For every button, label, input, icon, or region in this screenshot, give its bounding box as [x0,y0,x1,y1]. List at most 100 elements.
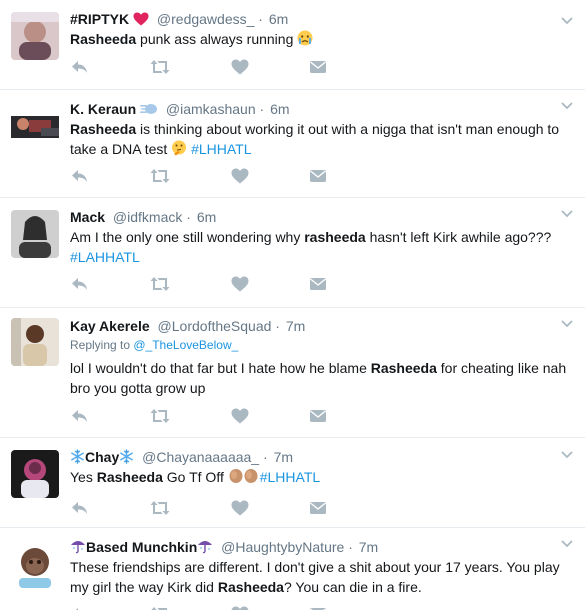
hashtag-link[interactable]: #LHHATL [260,469,320,485]
display-name[interactable]: #RIPTYK [70,11,129,27]
user-handle[interactable]: @idfkmack [113,209,182,225]
timestamp[interactable]: 6m [270,101,289,117]
hashtag-link[interactable]: #LHHATL [191,141,251,157]
avatar[interactable] [11,12,59,60]
keyword-highlight: Rasheeda [70,121,137,137]
tweet-actions [70,498,350,518]
snowflake-icon [119,449,134,469]
hashtag-link[interactable]: #LAHHATL [70,249,140,265]
text-segment: lol I wouldn't do that far but I hate ho… [70,360,371,376]
like-icon[interactable] [230,406,250,426]
text-segment: Yes [70,469,97,485]
like-icon[interactable] [230,498,250,518]
text-segment: Am I the only one still wondering why [70,229,305,245]
tweet: K. Keraun @iamkashaun · 6m Rasheeda is t… [0,90,585,198]
display-name[interactable]: Chay [85,449,119,465]
tweet-header: Based Munchkin @HaughtybyNature · 7m [70,537,571,557]
tweet: Based Munchkin @HaughtybyNature · 7m The… [0,528,585,610]
retweet-icon[interactable] [150,57,170,77]
like-icon[interactable] [230,604,250,610]
timestamp[interactable]: 6m [197,209,216,225]
tweet-header: Mack @idfkmack · 6m [70,207,571,227]
reply-icon[interactable] [70,57,90,77]
chevron-down-icon[interactable] [561,102,573,110]
crying-face-icon [297,30,313,51]
text-segment: punk ass always running [136,31,298,47]
retweet-icon[interactable] [150,166,170,186]
display-name[interactable]: Mack [70,209,105,225]
keyword-highlight: Rasheeda [370,360,437,376]
tweet-header: Chay @Chayanaaaaaa_ · 7m [70,447,571,467]
tweet-actions [70,57,350,77]
tweet-feed: #RIPTYK @redgawdess_ · 6m Rasheeda punk … [0,0,585,610]
timestamp[interactable]: 7m [359,539,378,555]
reply-icon[interactable] [70,604,90,610]
text-segment: is thinking about working it out with a … [70,121,560,157]
timestamp[interactable]: 7m [286,318,305,334]
user-handle[interactable]: @iamkashaun [166,101,256,117]
user-handle[interactable]: @redgawdess_ [157,11,255,27]
direct-message-icon[interactable] [308,274,328,294]
reply-icon[interactable] [70,498,90,518]
chevron-down-icon[interactable] [561,320,573,328]
avatar[interactable] [11,318,59,366]
timestamp[interactable]: 7m [274,449,293,465]
direct-message-icon[interactable] [308,498,328,518]
retweet-icon[interactable] [150,498,170,518]
retweet-icon[interactable] [150,274,170,294]
replying-to: Replying to @_TheLoveBelow_ [70,337,571,353]
tweet-header: K. Keraun @iamkashaun · 6m [70,99,571,119]
tweet-text: Rasheeda punk ass always running [70,29,571,51]
text-segment: hasn't left Kirk awhile ago??? [365,229,552,245]
tweet-text: Yes Rasheeda Go Tf Off #LHHATL [70,467,571,489]
user-handle[interactable]: @LordoftheSquad [158,318,272,334]
direct-message-icon[interactable] [308,406,328,426]
separator-dot: · [275,318,280,334]
like-icon[interactable] [230,57,250,77]
like-icon[interactable] [230,166,250,186]
chevron-down-icon[interactable] [561,451,573,459]
snowflake-icon [70,449,85,469]
avatar[interactable] [11,102,59,150]
red-heart-icon [133,11,149,31]
reply-icon[interactable] [70,166,90,186]
user-handle[interactable]: @HaughtybyNature [221,539,344,555]
keyword-highlight: rasheeda [304,229,366,245]
clapping-hands-icon [228,468,260,489]
reply-icon[interactable] [70,406,90,426]
separator-dot: · [348,539,353,555]
chevron-down-icon[interactable] [561,210,573,218]
retweet-icon[interactable] [150,406,170,426]
avatar[interactable] [11,210,59,258]
tweet: #RIPTYK @redgawdess_ · 6m Rasheeda punk … [0,0,585,90]
chevron-down-icon[interactable] [561,17,573,25]
direct-message-icon[interactable] [308,604,328,610]
tweet-header: #RIPTYK @redgawdess_ · 6m [70,9,571,29]
mention-link[interactable]: @_TheLoveBelow_ [133,338,238,352]
retweet-icon[interactable] [150,604,170,610]
thinking-face-icon [171,140,187,161]
reply-icon[interactable] [70,274,90,294]
avatar[interactable] [11,540,59,588]
display-name[interactable]: K. Keraun [70,101,136,117]
tweet-text: lol I wouldn't do that far but I hate ho… [70,358,571,398]
umbrella-icon [197,538,213,559]
tweet-actions [70,166,350,186]
keyword-highlight: Rasheeda [217,579,284,595]
replying-label: Replying to [70,338,134,352]
user-handle[interactable]: @Chayanaaaaaa_ [142,449,259,465]
timestamp[interactable]: 6m [269,11,288,27]
keyword-highlight: Rasheeda [70,31,137,47]
display-name[interactable]: Based Munchkin [86,539,197,555]
tweet-text: Rasheeda is thinking about working it ou… [70,119,571,161]
direct-message-icon[interactable] [308,57,328,77]
chevron-down-icon[interactable] [561,540,573,548]
like-icon[interactable] [230,274,250,294]
umbrella-icon [70,538,86,559]
separator-dot: · [186,209,191,225]
tweet-actions [70,274,350,294]
display-name[interactable]: Kay Akerele [70,318,150,334]
avatar[interactable] [11,450,59,498]
separator-dot: · [263,449,268,465]
direct-message-icon[interactable] [308,166,328,186]
